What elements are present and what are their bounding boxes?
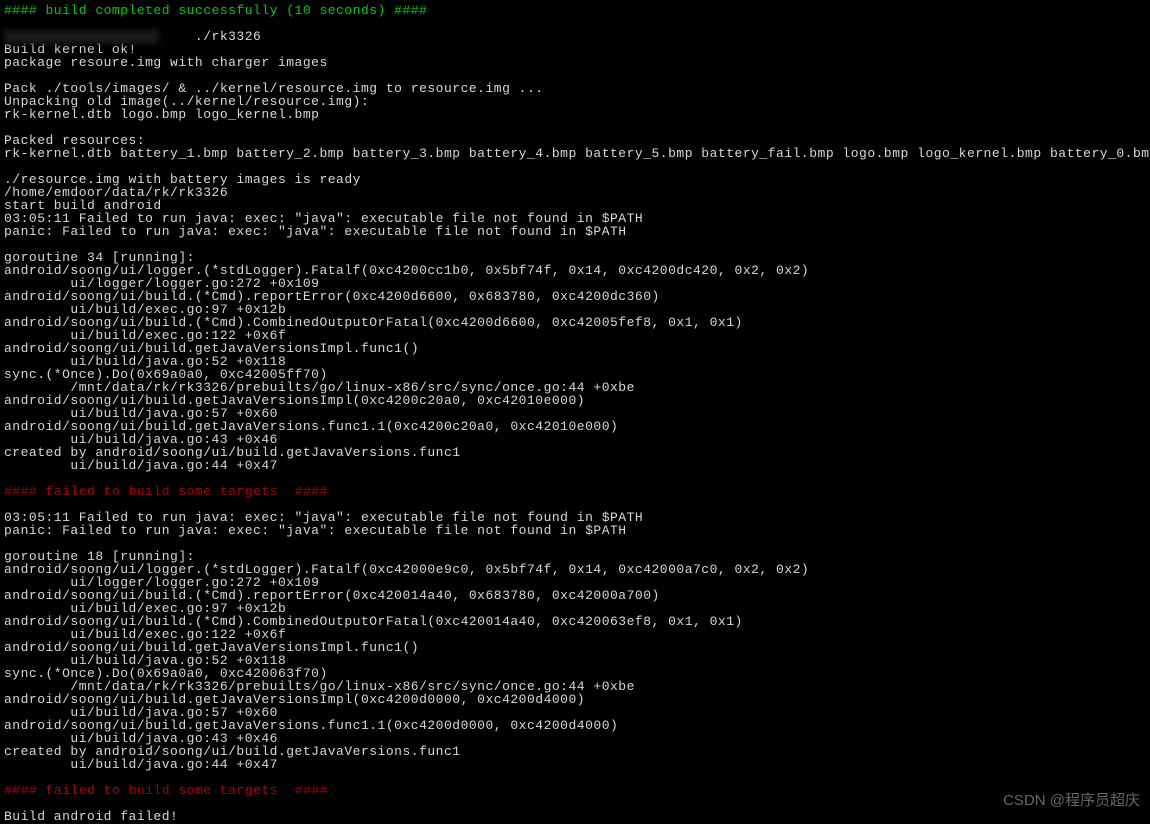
terminal-line: package resoure.img with charger images [4, 56, 1146, 69]
terminal-line: rk-kernel.dtb battery_1.bmp battery_2.bm… [4, 147, 1146, 160]
redacted-region [4, 30, 159, 44]
terminal-line: panic: Failed to run java: exec: "java":… [4, 524, 1146, 537]
terminal-line: Build android failed! [4, 810, 1146, 823]
terminal-line: ui/build/java.go:44 +0x47 [4, 758, 1146, 771]
blank-line [4, 121, 1146, 134]
terminal-line: #### build completed successfully (10 se… [4, 4, 1146, 17]
terminal-line: ui/build/java.go:44 +0x47 [4, 459, 1146, 472]
terminal-line: #### failed to build some targets #### [4, 784, 1146, 797]
terminal-line: panic: Failed to run java: exec: "java":… [4, 225, 1146, 238]
terminal-line: rk-kernel.dtb logo.bmp logo_kernel.bmp [4, 108, 1146, 121]
terminal-line: ./rk3326 [4, 30, 1146, 43]
terminal-line: /home/emdoor/data/rk/rk3326 [4, 186, 1146, 199]
terminal-line: #### failed to build some targets #### [4, 485, 1146, 498]
terminal-output[interactable]: #### build completed successfully (10 se… [4, 4, 1146, 823]
watermark: CSDN @程序员超庆 [1003, 793, 1140, 808]
